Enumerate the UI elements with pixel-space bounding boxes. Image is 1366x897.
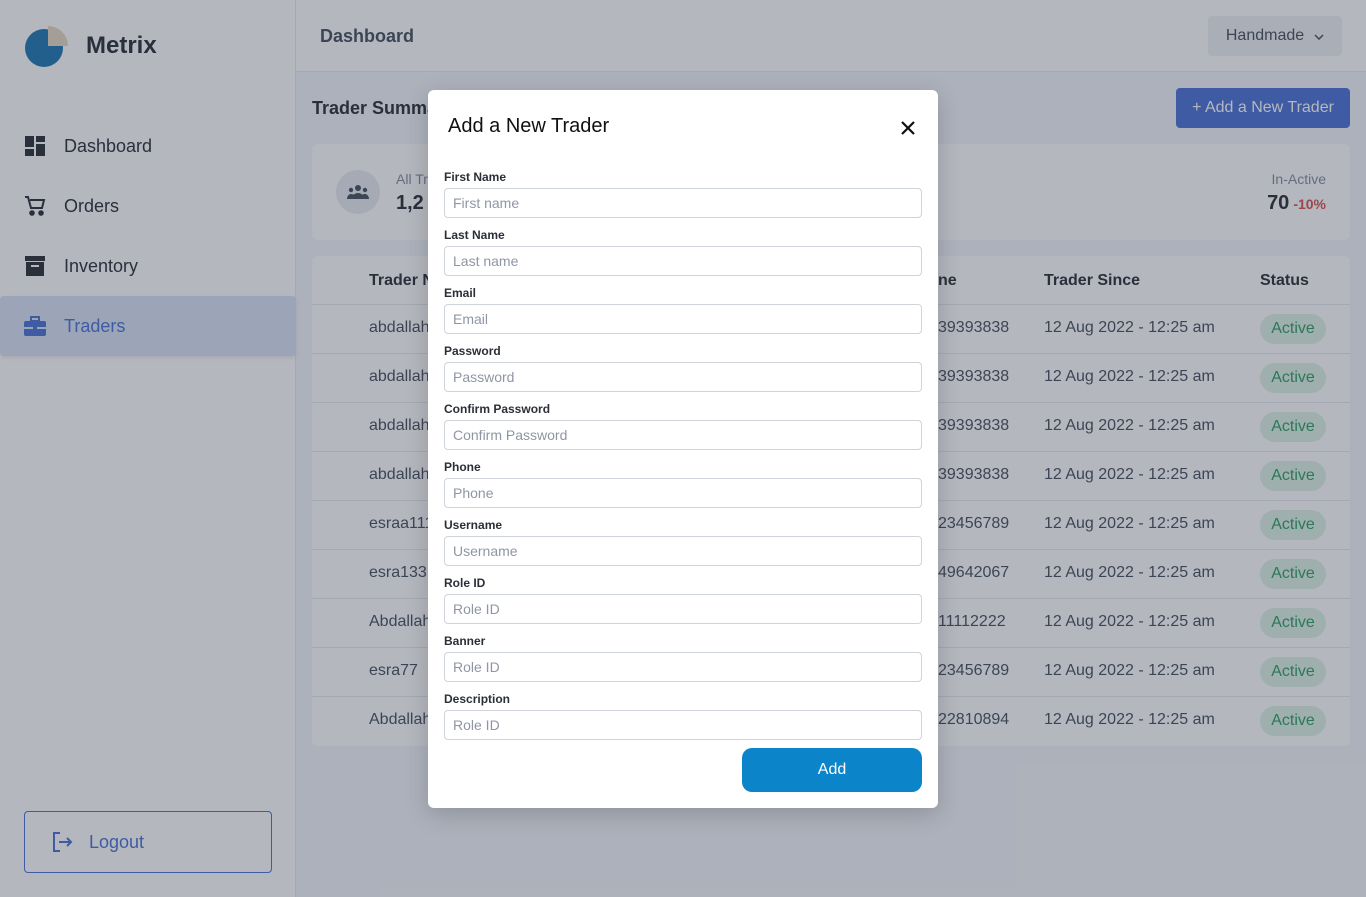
first-name-field[interactable] [444,188,922,218]
email-field[interactable] [444,304,922,334]
password-label: Password [444,344,501,358]
role-id-field[interactable] [444,594,922,624]
password-field[interactable] [444,362,922,392]
username-label: Username [444,518,503,532]
email-label: Email [444,286,477,300]
description-label: Description [444,692,511,706]
role-id-label: Role ID [444,576,486,590]
add-button[interactable]: Add [742,748,922,792]
banner-field[interactable] [444,652,922,682]
last-name-label: Last Name [444,228,505,242]
phone-field[interactable] [444,478,922,508]
add-trader-modal: Add a New Trader First Name Last Name Em… [428,90,938,808]
username-field[interactable] [444,536,922,566]
phone-label: Phone [444,460,481,474]
confirm-password-field[interactable] [444,420,922,450]
banner-label: Banner [444,634,486,648]
confirm-password-label: Confirm Password [444,402,551,416]
close-icon[interactable] [898,118,918,138]
first-name-label: First Name [444,170,507,184]
modal-title: Add a New Trader [448,115,610,137]
last-name-field[interactable] [444,246,922,276]
description-field[interactable] [444,710,922,740]
